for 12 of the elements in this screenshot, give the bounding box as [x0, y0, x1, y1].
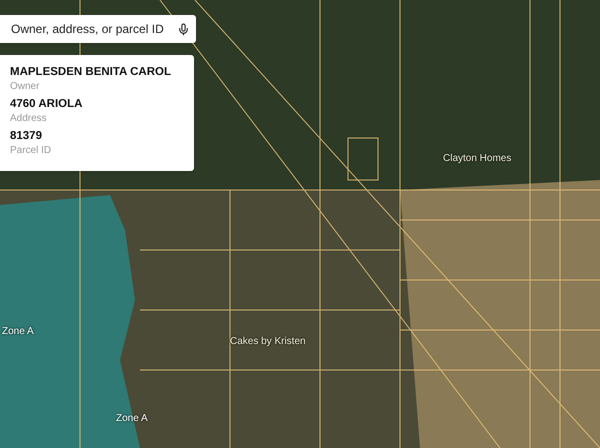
field-value: MAPLESDEN BENITA CAROL: [10, 65, 172, 80]
field-label: Owner: [10, 80, 40, 94]
place-label: Cakes by Kristen: [230, 335, 306, 349]
field-value: 81379: [10, 129, 43, 144]
place-label: Clayton Homes: [443, 152, 512, 166]
search-input: Owner, address, or parcel ID: [11, 20, 177, 38]
field-value: 4760 ARIOLA: [10, 97, 84, 112]
field-label: Address: [10, 112, 48, 126]
zone-label: Zone A: [2, 325, 34, 339]
search-field[interactable]: Owner, address, or parcel ID: [0, 15, 196, 43]
zone-label: Zone A: [116, 412, 148, 426]
field-label: Parcel ID: [10, 144, 52, 158]
